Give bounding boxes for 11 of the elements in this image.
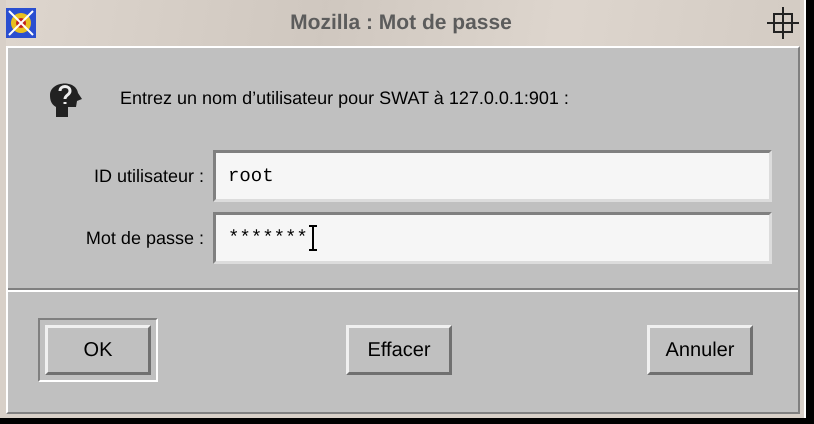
- field-label: Mot de passe :: [84, 228, 204, 248]
- text-field[interactable]: *******: [213, 212, 772, 264]
- text-field[interactable]: root: [213, 150, 772, 202]
- dialog-button[interactable]: Effacer: [346, 325, 452, 375]
- field-label: ID utilisateur :: [92, 166, 204, 186]
- dialog-button[interactable]: Annuler: [647, 325, 753, 375]
- crosshair-icon[interactable]: [766, 6, 800, 40]
- window-title: Mozilla : Mot de passe: [290, 11, 512, 35]
- prompt-message: Entrez un nom d’utilisateur pour SWAT à 127.0.0.1:901 :: [120, 88, 569, 108]
- app-icon: [6, 8, 36, 38]
- dialog-button[interactable]: OK: [38, 318, 158, 382]
